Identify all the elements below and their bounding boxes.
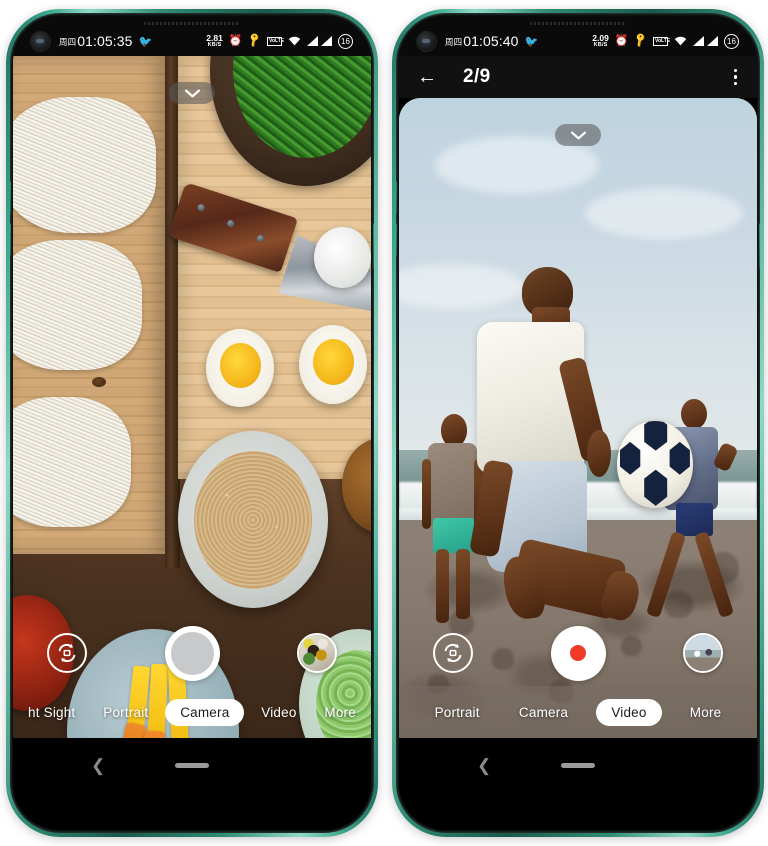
- phone-device-right: 周四 01:05:40 🐦 2.09 KB/S ⏰ 🔑 VoLTE 16 ← 2…: [392, 9, 764, 837]
- camera-controls-right: [399, 624, 757, 682]
- phone-bezel-right: 周四 01:05:40 🐦 2.09 KB/S ⏰ 🔑 VoLTE 16 ← 2…: [396, 13, 760, 833]
- earpiece-speaker-right: [530, 22, 626, 25]
- camera-mode-selector-left: ht Sight Portrait Camera Video More: [13, 686, 371, 738]
- thumbnail-image-food: [299, 635, 335, 671]
- screenshot-canvas: 周四 01:05:35 🐦 2.81 KB/S ⏰ 🔑 VoLTE 16 ht …: [0, 0, 768, 846]
- network-speed-unit: KB/S: [593, 41, 608, 48]
- mode-more[interactable]: More: [313, 699, 367, 726]
- chevron-down-icon: [570, 131, 586, 139]
- status-clock-left: 周四 01:05:35: [59, 33, 133, 49]
- power-button-left[interactable]: [373, 223, 374, 269]
- nav-back-button-right[interactable]: ❮: [477, 757, 491, 774]
- signal-bars-group: [307, 36, 332, 46]
- mode-camera[interactable]: Camera: [165, 698, 245, 726]
- earpiece-speaker-left: [144, 22, 240, 25]
- chevron-down-icon: [184, 89, 200, 97]
- nav-home-pill-left[interactable]: [175, 762, 209, 768]
- camera-flip-icon: [444, 643, 462, 663]
- status-day-of-week: 周四: [445, 37, 463, 47]
- battery-indicator: 16: [338, 33, 353, 49]
- alarm-icon: ⏰: [614, 34, 629, 47]
- wifi-icon: [288, 36, 301, 46]
- page-counter-title: 2/9: [463, 66, 491, 87]
- signal-icon: [321, 36, 332, 46]
- system-navigation-bar-left: ❮: [13, 738, 371, 830]
- gallery-thumbnail-right[interactable]: [683, 633, 723, 673]
- network-speed-unit: KB/S: [207, 41, 222, 48]
- status-clock-right: 周四 01:05:40: [445, 33, 519, 49]
- phone-device-left: 周四 01:05:35 🐦 2.81 KB/S ⏰ 🔑 VoLTE 16 ht …: [6, 9, 378, 837]
- mode-portrait[interactable]: Portrait: [424, 699, 491, 726]
- front-camera-punchhole-icon: [31, 31, 50, 51]
- record-dot-icon: [570, 645, 586, 661]
- camera-controls-left: [13, 624, 371, 682]
- volume-down-button-right[interactable]: [396, 223, 397, 257]
- football-icon: [617, 421, 693, 508]
- status-time: 01:05:40: [463, 33, 519, 49]
- camera-viewfinder-left[interactable]: ht Sight Portrait Camera Video More: [13, 56, 371, 738]
- bird-emoji-icon: 🐦: [524, 35, 539, 48]
- volume-down-button-left[interactable]: [10, 223, 11, 257]
- key-icon: 🔑: [632, 32, 649, 49]
- network-speed-indicator: 2.81 KB/S: [206, 34, 223, 48]
- foreground-player-kicking: [463, 266, 645, 668]
- front-camera-punchhole-icon: [417, 31, 436, 51]
- volume-up-button-right[interactable]: [396, 181, 397, 215]
- status-icons-left: 2.81 KB/S ⏰ 🔑 VoLTE 16: [206, 32, 353, 49]
- camera-viewfinder-right[interactable]: Portrait Camera Video More: [399, 98, 757, 738]
- wifi-icon: [674, 36, 687, 46]
- expand-controls-button-left[interactable]: [169, 82, 215, 104]
- power-button-right[interactable]: [759, 223, 760, 269]
- status-time: 01:05:35: [77, 33, 133, 49]
- status-day-of-week: 周四: [59, 37, 77, 47]
- phone-screen-right: 周四 01:05:40 🐦 2.09 KB/S ⏰ 🔑 VoLTE 16 ← 2…: [399, 16, 757, 830]
- expand-controls-button-right[interactable]: [555, 124, 601, 146]
- mode-video[interactable]: Video: [596, 698, 662, 726]
- signal-icon: [693, 36, 704, 46]
- switch-camera-button-right[interactable]: [433, 633, 473, 673]
- signal-bars-group: [693, 36, 718, 46]
- shutter-button-left[interactable]: [164, 625, 220, 681]
- record-button-right[interactable]: [550, 625, 606, 681]
- network-speed-indicator: 2.09 KB/S: [592, 34, 609, 48]
- key-icon: 🔑: [246, 32, 263, 49]
- phone-screen-left: 周四 01:05:35 🐦 2.81 KB/S ⏰ 🔑 VoLTE 16 ht …: [13, 16, 371, 830]
- thumbnail-image-beach: [685, 635, 721, 671]
- system-navigation-bar-right: ❮: [399, 738, 757, 830]
- mode-camera[interactable]: Camera: [508, 699, 579, 726]
- status-icons-right: 2.09 KB/S ⏰ 🔑 VoLTE 16: [592, 32, 739, 49]
- gallery-thumbnail-left[interactable]: [297, 633, 337, 673]
- alarm-icon: ⏰: [228, 34, 243, 47]
- volte-icon: VoLTE: [653, 36, 671, 46]
- mode-portrait[interactable]: Portrait: [92, 699, 159, 726]
- volume-up-button-left[interactable]: [10, 181, 11, 215]
- mode-more[interactable]: More: [679, 699, 733, 726]
- nav-back-button-left[interactable]: ❮: [91, 757, 105, 774]
- signal-icon: [707, 36, 718, 46]
- volte-icon: VoLTE: [267, 36, 285, 46]
- back-arrow-icon[interactable]: ←: [417, 67, 441, 87]
- mode-night-sight[interactable]: ht Sight: [17, 699, 86, 726]
- nav-home-pill-right[interactable]: [561, 762, 595, 768]
- mode-video[interactable]: Video: [250, 699, 307, 726]
- switch-camera-button-left[interactable]: [47, 633, 87, 673]
- camera-flip-icon: [58, 643, 76, 663]
- bird-emoji-icon: 🐦: [138, 35, 153, 48]
- camera-mode-selector-right: Portrait Camera Video More: [399, 686, 757, 738]
- signal-icon: [307, 36, 318, 46]
- overflow-menu-icon[interactable]: [732, 65, 739, 89]
- shutter-inner-photo: [170, 631, 214, 675]
- phone-bezel-left: 周四 01:05:35 🐦 2.81 KB/S ⏰ 🔑 VoLTE 16 ht …: [10, 13, 374, 833]
- app-toolbar-right: ← 2/9: [399, 56, 757, 98]
- battery-indicator: 16: [724, 33, 739, 49]
